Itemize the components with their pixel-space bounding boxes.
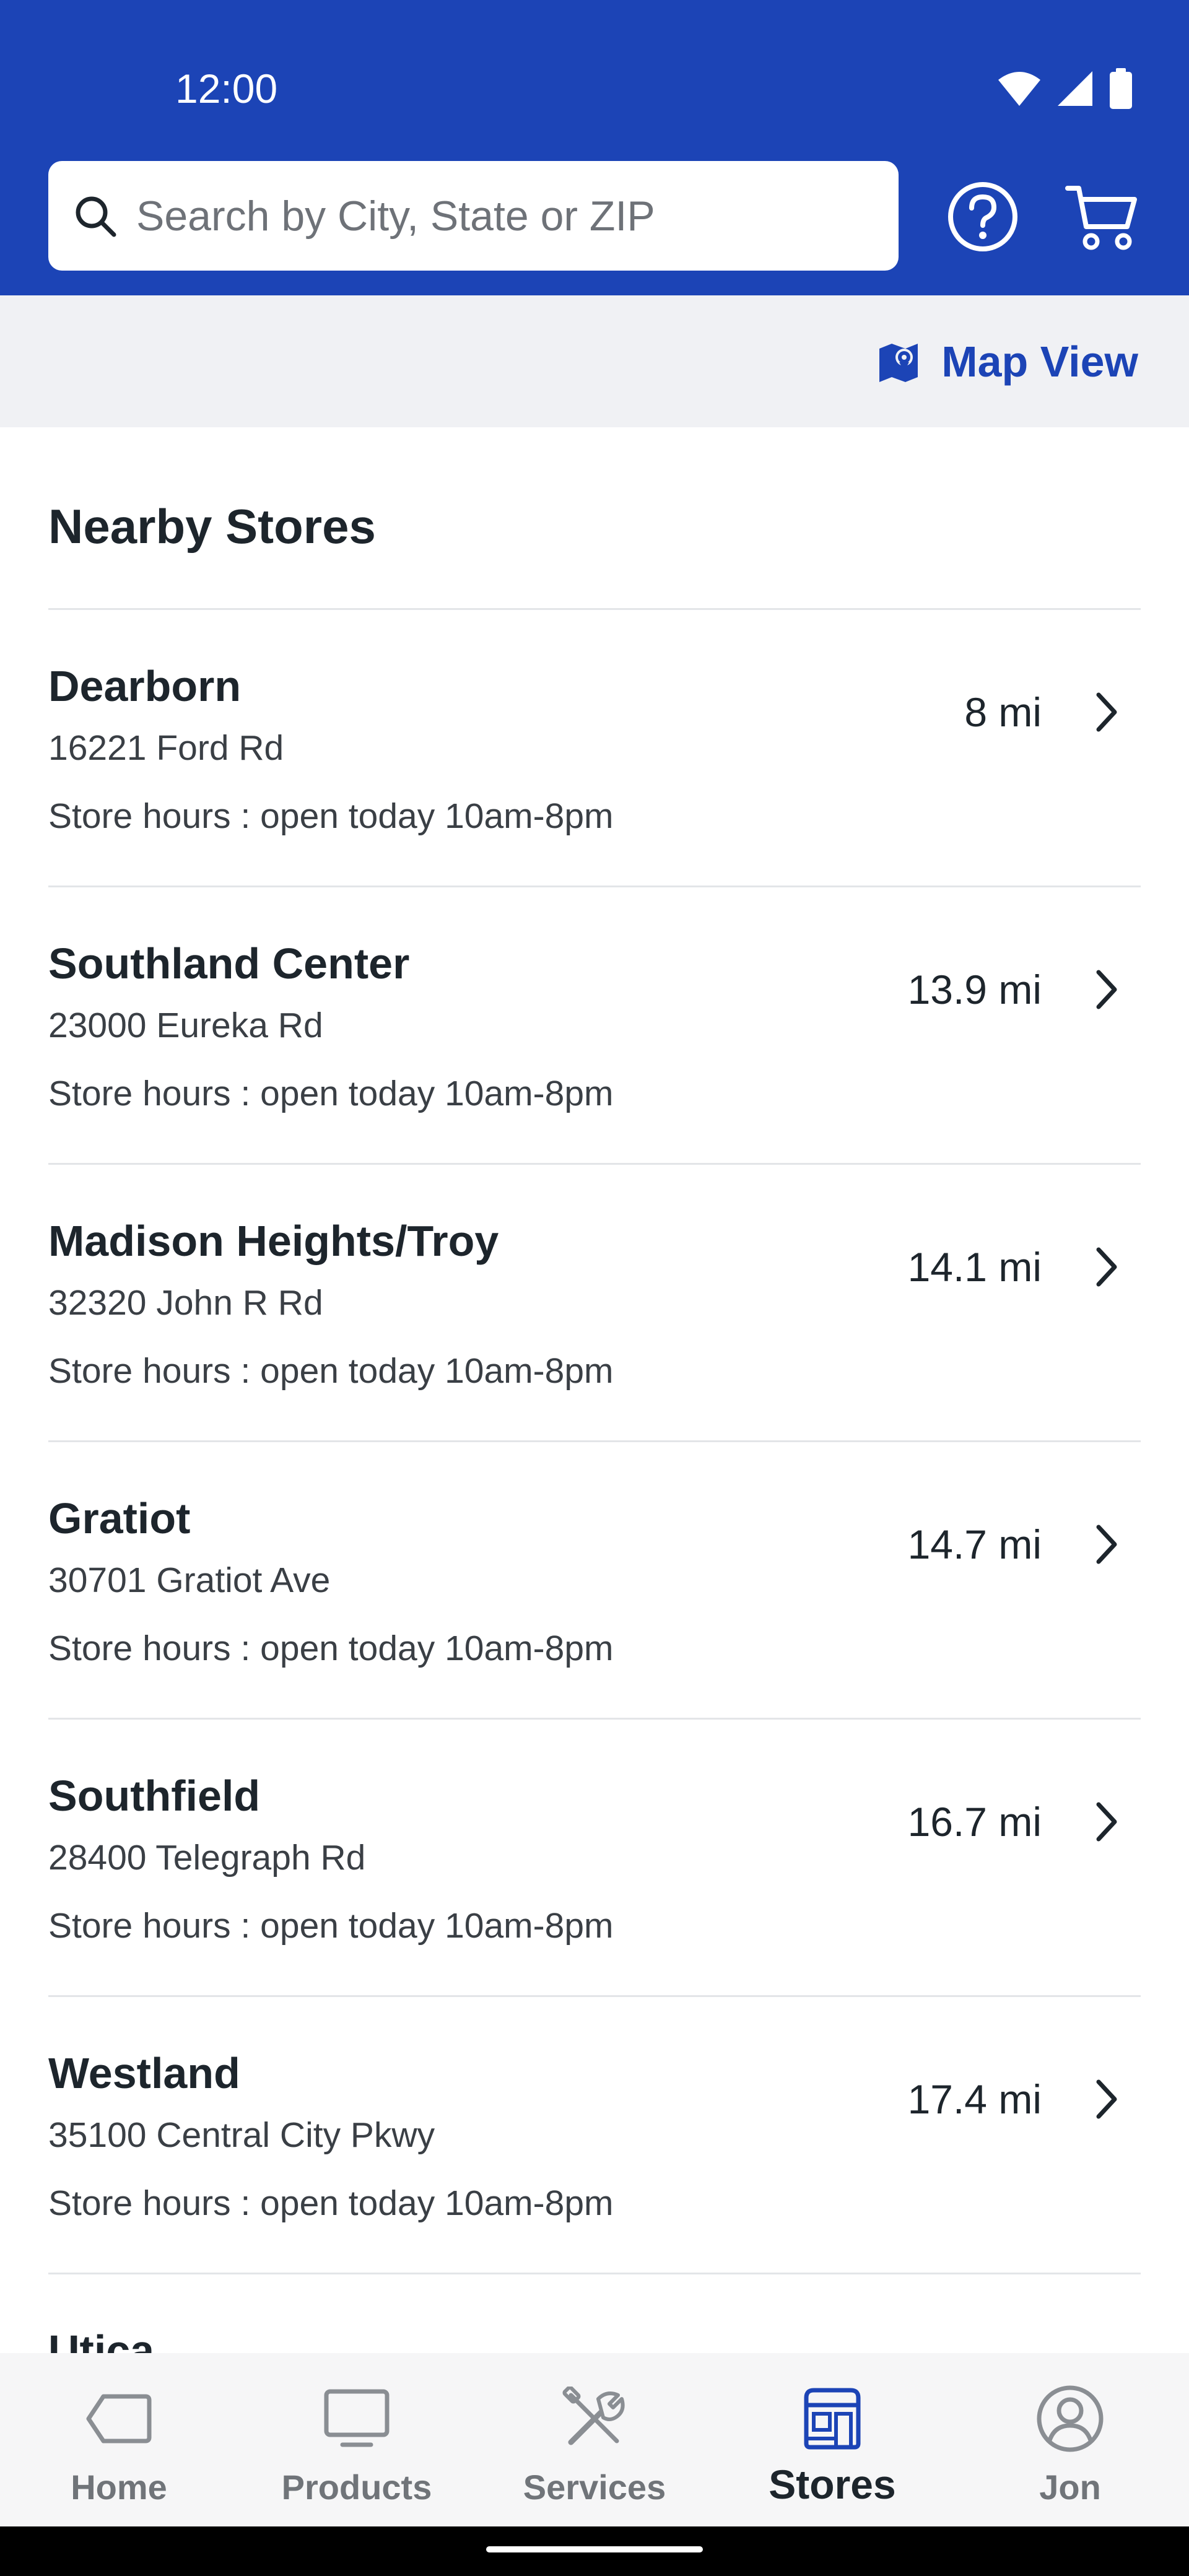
store-row-madison-heights-troy[interactable]: Madison Heights/Troy 32320 John R Rd Sto…: [0, 1165, 1189, 1442]
chevron-right-icon: [1096, 692, 1117, 732]
nav-label: Stores: [769, 2461, 896, 2507]
store-hours: Store hours : open today 10am-8pm: [48, 2183, 614, 2223]
store-address: 28400 Telegraph Rd: [48, 1838, 366, 1878]
store-address: 16221 Ford Rd: [48, 728, 284, 768]
cellular-signal-icon: [1058, 71, 1092, 106]
help-icon: [948, 182, 1017, 251]
store-distance: 16.7 mi: [907, 1799, 1042, 1845]
nav-item-products[interactable]: Products: [238, 2353, 476, 2526]
store-name: Madison Heights/Troy: [48, 1217, 499, 1265]
nav-label: Home: [71, 2468, 167, 2507]
store-hours: Store hours : open today 10am-8pm: [48, 1629, 614, 1668]
cart-button[interactable]: [1064, 178, 1141, 255]
map-view-button[interactable]: Map View: [877, 295, 1138, 427]
chevron-right-icon: [1096, 1247, 1117, 1287]
search-input[interactable]: [136, 191, 848, 240]
chevron-right-icon: [1096, 1525, 1117, 1564]
store-list: Dearborn 16221 Ford Rd Store hours : ope…: [0, 610, 1189, 2361]
nav-label: Jon: [1039, 2468, 1101, 2507]
section-title: Nearby Stores: [48, 499, 376, 554]
chevron-right-icon: [1096, 1802, 1117, 1842]
map-view-bar: Map View: [0, 295, 1189, 427]
home-gesture-handle[interactable]: [486, 2546, 703, 2552]
tools-icon: [562, 2387, 625, 2445]
system-gesture-bar: [0, 2526, 1189, 2576]
nav-item-services[interactable]: Services: [476, 2353, 713, 2526]
store-name: Westland: [48, 2049, 240, 2097]
store-icon: [804, 2388, 861, 2450]
store-hours: Store hours : open today 10am-8pm: [48, 1906, 614, 1946]
store-distance: 14.1 mi: [907, 1244, 1042, 1290]
nav-label: Services: [523, 2468, 666, 2507]
store-name: Southfield: [48, 1772, 261, 1820]
search-box[interactable]: [48, 161, 899, 271]
user-icon: [1037, 2385, 1104, 2452]
app-header: 12:00: [0, 0, 1189, 295]
tag-icon: [86, 2394, 152, 2443]
store-row-utica[interactable]: Utica: [0, 2274, 1189, 2361]
wifi-icon: [998, 72, 1040, 106]
status-icons: [997, 68, 1133, 109]
search-icon: [76, 196, 116, 237]
store-row-southland-center[interactable]: Southland Center 23000 Eureka Rd Store h…: [0, 887, 1189, 1165]
nav-item-home[interactable]: Home: [0, 2353, 238, 2526]
monitor-icon: [324, 2389, 390, 2447]
store-name: Gratiot: [48, 1494, 191, 1543]
store-address: 35100 Central City Pkwy: [48, 2115, 435, 2155]
status-time: 12:00: [175, 66, 278, 111]
help-button[interactable]: [944, 178, 1021, 255]
store-address: 32320 John R Rd: [48, 1283, 323, 1323]
store-name: Dearborn: [48, 662, 242, 710]
store-address: 23000 Eureka Rd: [48, 1006, 323, 1045]
chevron-right-icon: [1096, 2079, 1117, 2119]
nav-item-stores[interactable]: Stores: [713, 2353, 951, 2526]
nav-label: Products: [281, 2468, 432, 2507]
store-row-dearborn[interactable]: Dearborn 16221 Ford Rd Store hours : ope…: [0, 610, 1189, 887]
status-bar: 12:00: [0, 0, 1189, 161]
store-row-westland[interactable]: Westland 35100 Central City Pkwy Store h…: [0, 1997, 1189, 2274]
search-row: [0, 161, 1189, 271]
store-hours: Store hours : open today 10am-8pm: [48, 1074, 614, 1113]
map-pin-icon: [879, 343, 918, 382]
store-distance: 14.7 mi: [907, 1521, 1042, 1567]
store-distance: 17.4 mi: [907, 2076, 1042, 2122]
cart-icon: [1065, 186, 1137, 250]
map-view-label: Map View: [941, 337, 1138, 386]
store-distance: 13.9 mi: [907, 967, 1042, 1012]
store-hours: Store hours : open today 10am-8pm: [48, 1351, 614, 1391]
store-hours: Store hours : open today 10am-8pm: [48, 796, 614, 836]
bottom-nav: Home Products Services Stores Jon: [0, 2353, 1189, 2526]
store-name: Southland Center: [48, 939, 410, 988]
store-address: 30701 Gratiot Ave: [48, 1560, 331, 1600]
battery-icon: [1110, 68, 1132, 109]
nav-item-account[interactable]: Jon: [951, 2353, 1189, 2526]
chevron-right-icon: [1096, 970, 1117, 1009]
store-row-gratiot[interactable]: Gratiot 30701 Gratiot Ave Store hours : …: [0, 1442, 1189, 1720]
store-row-southfield[interactable]: Southfield 28400 Telegraph Rd Store hour…: [0, 1720, 1189, 1997]
store-distance: 8 mi: [964, 689, 1042, 735]
